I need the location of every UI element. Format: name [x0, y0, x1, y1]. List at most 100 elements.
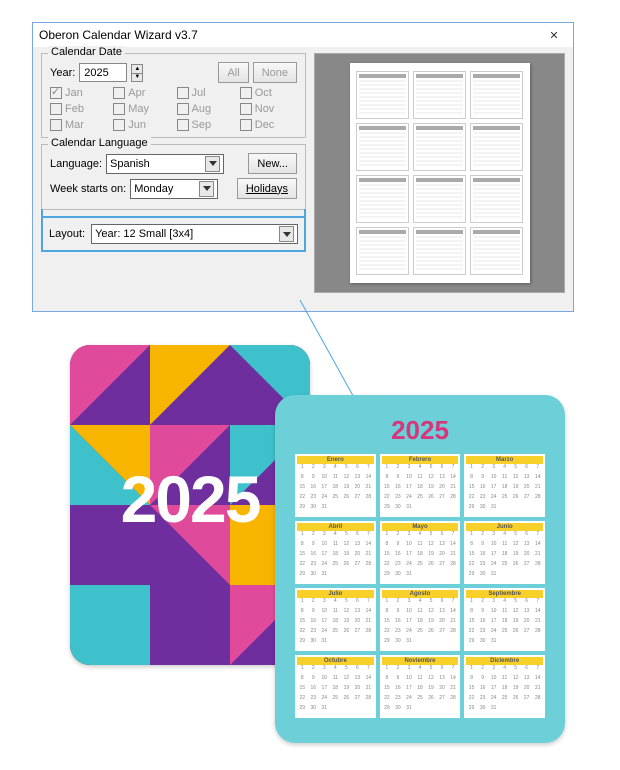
chevron-down-icon	[205, 156, 220, 172]
month-checkbox-grid: Jan Apr Jul Oct Feb May Aug Nov Mar Jun Sep Dec	[50, 87, 297, 131]
cal-month: Septiembre123456789101112131415161718192…	[464, 588, 545, 651]
mini-month	[413, 71, 466, 119]
cal-month-days: 1234567891011121314151617181920212223242…	[382, 532, 459, 582]
layout-select[interactable]: Year: 12 Small [3x4]	[91, 224, 298, 244]
mini-month	[413, 227, 466, 275]
week-starts-value: Monday	[134, 183, 173, 195]
cal-month-days: 1234567891011121314151617181920212223242…	[466, 532, 543, 582]
cal-month-header: Diciembre	[466, 657, 543, 665]
holidays-button[interactable]: Holidays	[237, 178, 297, 199]
calendar-card: 2025 Enero123456789101112131415161718192…	[275, 395, 565, 743]
mini-month	[413, 123, 466, 171]
none-button[interactable]: None	[253, 62, 297, 83]
checkbox-icon	[177, 87, 189, 99]
month-label: Nov	[255, 103, 275, 115]
all-button[interactable]: All	[218, 62, 248, 83]
checkbox-icon	[50, 119, 62, 131]
cal-month: Febrero123456789101112131415161718192021…	[380, 454, 461, 517]
year-input[interactable]	[79, 63, 127, 82]
layout-row: Layout: Year: 12 Small [3x4]	[41, 216, 306, 252]
language-select[interactable]: Spanish	[106, 154, 224, 174]
cal-month: Julio12345678910111213141516171819202122…	[295, 588, 376, 651]
month-check-apr[interactable]: Apr	[113, 87, 170, 99]
mini-month	[356, 175, 409, 223]
month-check-nov[interactable]: Nov	[240, 103, 297, 115]
cal-month-days: 1234567891011121314151617181920212223242…	[297, 599, 374, 649]
calendar-language-group-title: Calendar Language	[48, 137, 151, 149]
checkbox-icon	[177, 119, 189, 131]
calendar-language-group: Calendar Language Language: Spanish New.…	[41, 144, 306, 210]
cal-month: Agosto1234567891011121314151617181920212…	[380, 588, 461, 651]
close-icon[interactable]	[541, 25, 567, 45]
year-spinner[interactable]: ▲▼	[131, 64, 143, 82]
month-label: Sep	[192, 119, 212, 131]
mini-month	[356, 227, 409, 275]
month-label: May	[128, 103, 149, 115]
month-check-sep[interactable]: Sep	[177, 119, 234, 131]
cal-month-header: Julio	[297, 590, 374, 598]
cal-month-header: Febrero	[382, 456, 459, 464]
cover-card: 2025	[70, 345, 310, 665]
year-label: Year:	[50, 67, 75, 79]
checkbox-icon	[50, 87, 62, 99]
preview-pane	[314, 53, 565, 293]
month-label: Jun	[128, 119, 146, 131]
cal-month-header: Mayo	[382, 523, 459, 531]
checkbox-icon	[177, 103, 189, 115]
preview-page	[350, 63, 530, 283]
mini-month	[356, 71, 409, 119]
calendar-wizard-dialog: Oberon Calendar Wizard v3.7 Calendar Dat…	[32, 22, 574, 312]
month-label: Aug	[192, 103, 212, 115]
cal-month-days: 1234567891011121314151617181920212223242…	[382, 599, 459, 649]
cal-month-days: 1234567891011121314151617181920212223242…	[297, 666, 374, 716]
checkbox-icon	[240, 103, 252, 115]
month-label: Jul	[192, 87, 206, 99]
cal-month-header: Junio	[466, 523, 543, 531]
cal-month-days: 1234567891011121314151617181920212223242…	[466, 666, 543, 716]
month-label: Dec	[255, 119, 275, 131]
spinner-down-icon[interactable]: ▼	[131, 73, 143, 82]
month-check-feb[interactable]: Feb	[50, 103, 107, 115]
week-starts-select[interactable]: Monday	[130, 179, 218, 199]
calendar-card-year: 2025	[295, 415, 545, 446]
month-label: Apr	[128, 87, 145, 99]
month-check-jun[interactable]: Jun	[113, 119, 170, 131]
cal-month: Octubre123456789101112131415161718192021…	[295, 655, 376, 718]
chevron-down-icon	[199, 181, 214, 197]
checkbox-icon	[240, 119, 252, 131]
cal-month-days: 1234567891011121314151617181920212223242…	[466, 465, 543, 515]
month-check-aug[interactable]: Aug	[177, 103, 234, 115]
cal-month: Marzo12345678910111213141516171819202122…	[464, 454, 545, 517]
month-check-jul[interactable]: Jul	[177, 87, 234, 99]
month-check-may[interactable]: May	[113, 103, 170, 115]
calendar-date-group: Calendar Date Year: ▲▼ All None JanAprJu…	[41, 53, 306, 138]
month-check-mar[interactable]: Mar	[50, 119, 107, 131]
cal-month-days: 1234567891011121314151617181920212223242…	[382, 465, 459, 515]
cal-month: Diciembre1234567891011121314151617181920…	[464, 655, 545, 718]
cal-month: Noviembre1234567891011121314151617181920…	[380, 655, 461, 718]
cal-month-header: Noviembre	[382, 657, 459, 665]
spinner-up-icon[interactable]: ▲	[131, 64, 143, 73]
month-check-oct[interactable]: Oct	[240, 87, 297, 99]
month-check-dec[interactable]: Dec	[240, 119, 297, 131]
month-check-jan[interactable]: Jan	[50, 87, 107, 99]
month-label: Feb	[65, 103, 84, 115]
layout-label: Layout:	[49, 228, 85, 240]
mini-month	[470, 71, 523, 119]
mini-month	[470, 123, 523, 171]
cover-year: 2025	[70, 461, 310, 537]
cal-month-header: Marzo	[466, 456, 543, 464]
new-language-button[interactable]: New...	[248, 153, 297, 174]
checkbox-icon	[113, 103, 125, 115]
chevron-down-icon	[279, 226, 294, 242]
cal-month-days: 1234567891011121314151617181920212223242…	[382, 666, 459, 716]
cal-month-days: 1234567891011121314151617181920212223242…	[297, 532, 374, 582]
cal-month-header: Septiembre	[466, 590, 543, 598]
titlebar: Oberon Calendar Wizard v3.7	[33, 23, 573, 47]
cal-month: Mayo123456789101112131415161718192021222…	[380, 521, 461, 584]
checkbox-icon	[240, 87, 252, 99]
language-label: Language:	[50, 158, 102, 170]
calendar-card-grid: Enero12345678910111213141516171819202122…	[295, 454, 545, 718]
output-preview-area: 2025 2025 Enero1234567891011121314151617…	[50, 345, 580, 745]
week-starts-label: Week starts on:	[50, 183, 126, 195]
